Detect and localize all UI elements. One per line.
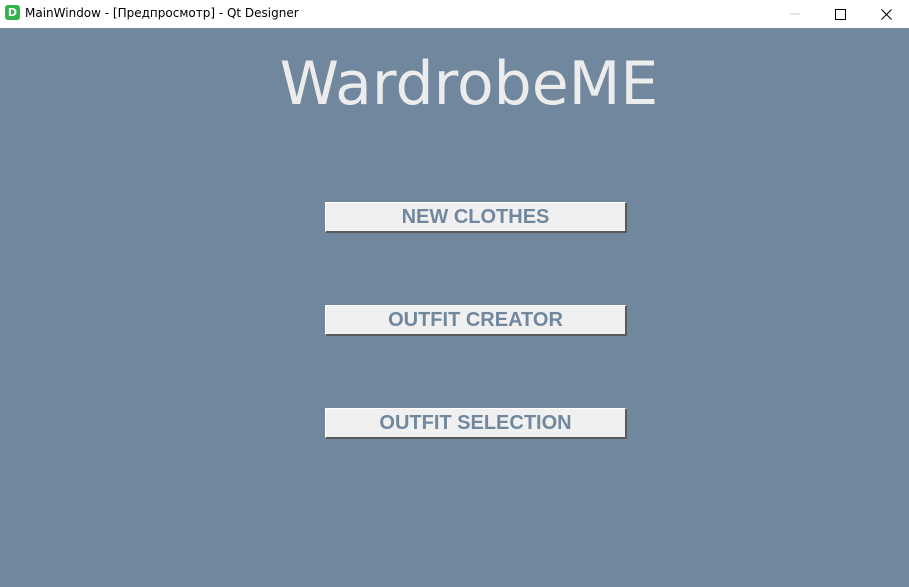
- new-clothes-button[interactable]: NEW CLOTHES: [325, 202, 627, 233]
- app-title: WardrobeME: [279, 49, 659, 119]
- qt-designer-icon: D: [5, 5, 20, 20]
- close-icon: [880, 8, 892, 20]
- outfit-creator-button[interactable]: OUTFIT CREATOR: [325, 305, 627, 336]
- maximize-icon: [834, 8, 846, 20]
- window-title: MainWindow - [Предпросмотр] - Qt Designe…: [25, 6, 299, 20]
- minimize-button[interactable]: [772, 0, 818, 28]
- minimize-icon: [790, 13, 800, 15]
- title-bar[interactable]: D MainWindow - [Предпросмотр] - Qt Desig…: [0, 0, 909, 28]
- maximize-button[interactable]: [817, 0, 863, 28]
- close-button[interactable]: [863, 0, 909, 28]
- outfit-selection-button[interactable]: OUTFIT SELECTION: [325, 408, 627, 439]
- main-window: D MainWindow - [Предпросмотр] - Qt Desig…: [0, 0, 909, 587]
- central-widget: WardrobeME NEW CLOTHES OUTFIT CREATOR OU…: [0, 28, 909, 587]
